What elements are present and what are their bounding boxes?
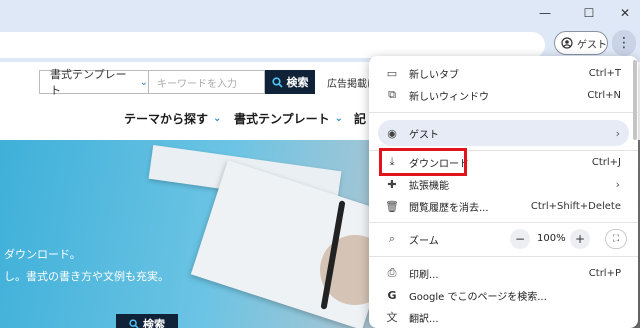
chevron-right-icon: › (615, 177, 620, 191)
menu-item-label: ズーム (409, 235, 439, 247)
downloads-highlight-box (379, 148, 467, 176)
hero-search-label: 検索 (143, 318, 165, 328)
minus-icon: − (514, 232, 526, 246)
maximize-button[interactable]: ☐ (578, 3, 600, 23)
zoom-level: 100% (537, 233, 566, 244)
menu-divider (369, 256, 638, 257)
menu-item-new-window[interactable]: ⧉ 新しいウィンドウ Ctrl+N (369, 84, 638, 106)
menu-item-label: 新しいタブ (409, 69, 459, 81)
nav-templates[interactable]: 書式テンプレート ⌄ (234, 110, 343, 127)
menu-item-label: 新しいウィンドウ (409, 91, 489, 103)
close-icon: ✕ (619, 6, 631, 20)
hero-text-line: ダウンロード。 (4, 248, 81, 261)
search-icon (129, 319, 139, 328)
menu-item-label: ゲスト (409, 129, 439, 141)
chrome-menu-button[interactable]: ⋮ (612, 30, 636, 56)
zoom-in-button[interactable]: + (570, 229, 590, 249)
minimize-button[interactable]: — (534, 3, 556, 23)
menu-item-label: 閲覧履歴を消去... (409, 202, 489, 214)
close-window-button[interactable]: ✕ (614, 3, 636, 23)
zoom-icon: ⌕ (388, 232, 396, 245)
menu-item-new-tab[interactable]: ▭ 新しいタブ Ctrl+T (369, 62, 638, 84)
chevron-down-icon: ⌄ (213, 113, 222, 124)
google-icon: G (387, 288, 397, 302)
site-search-label: 検索 (286, 76, 309, 89)
menu-item-shortcut: Ctrl+J (591, 156, 621, 168)
site-search-bar: 書式テンプレート ⌄ キーワードを入力 検索 (39, 68, 315, 97)
search-icon (271, 76, 283, 88)
nav-theme[interactable]: テーマから探す ⌄ (124, 110, 221, 127)
fullscreen-icon: ⛶ (612, 234, 620, 244)
plus-icon: + (574, 232, 586, 246)
menu-item-translate[interactable]: 文 翻訳... (369, 306, 638, 328)
keyword-input[interactable]: キーワードを入力 (149, 70, 265, 94)
printer-icon: ⎙ (387, 266, 397, 279)
zoom-out-button[interactable]: − (510, 229, 530, 249)
new-tab-icon: ▭ (386, 66, 398, 80)
category-select[interactable]: 書式テンプレート ⌄ (39, 68, 149, 97)
menu-item-extensions[interactable]: ✚ 拡張機能 › (369, 173, 638, 195)
menu-item-guest[interactable]: ◉ ゲスト › (369, 122, 638, 144)
maximize-icon: ☐ (583, 6, 595, 20)
menu-item-shortcut: Ctrl+P (588, 267, 621, 279)
chevron-down-icon: ⌄ (139, 76, 148, 88)
nav-articles-label: 記 (354, 112, 367, 126)
chevron-down-icon: ⌄ (334, 113, 344, 124)
hero-search-button[interactable]: 検索 (116, 314, 178, 328)
category-select-value: 書式テンプレート (50, 68, 127, 97)
menu-divider (369, 222, 638, 223)
menu-item-label: 翻訳... (409, 313, 439, 325)
menu-item-shortcut: Ctrl+T (588, 67, 621, 79)
menu-item-google-search[interactable]: G Google でこのページを検索... (369, 284, 638, 306)
menu-item-shortcut: Ctrl+N (587, 89, 621, 101)
menu-divider (369, 112, 638, 113)
menu-item-label: 印刷... (409, 269, 439, 281)
trash-icon: 🗑 (385, 199, 399, 213)
kebab-icon: ⋮ (617, 35, 631, 51)
fullscreen-button[interactable]: ⛶ (605, 229, 627, 249)
menu-item-label: Google でこのページを検索... (409, 291, 547, 303)
nav-theme-label: テーマから探す (124, 112, 209, 126)
chrome-menu: ▭ 新しいタブ Ctrl+T ⧉ 新しいウィンドウ Ctrl+N ◉ ゲスト ›… (369, 56, 638, 328)
person-circle-icon: ◉ (387, 126, 397, 140)
keyword-placeholder: キーワードを入力 (157, 78, 237, 90)
hero-text-line: し。書式の書き方や文例も充実。 (4, 270, 169, 283)
menu-item-label: 拡張機能 (409, 180, 449, 192)
profile-label: ゲスト (577, 39, 607, 51)
new-window-icon: ⧉ (388, 88, 396, 101)
menu-item-shortcut: Ctrl+Shift+Delete (530, 200, 621, 212)
puzzle-icon: ✚ (387, 177, 397, 191)
nav-articles[interactable]: 記 (354, 110, 366, 127)
site-search-button[interactable]: 検索 (265, 70, 315, 94)
translate-icon: 文 (386, 311, 398, 324)
chevron-right-icon: › (615, 126, 620, 140)
menu-scrollbar[interactable] (633, 60, 637, 140)
nav-templates-label: 書式テンプレート (234, 112, 330, 126)
person-circle-icon (561, 37, 573, 49)
menu-item-print[interactable]: ⎙ 印刷... Ctrl+P (369, 262, 638, 284)
title-bar: — ☐ ✕ (0, 0, 640, 26)
minimize-icon: — (539, 6, 551, 20)
menu-item-clear-history[interactable]: 🗑 閲覧履歴を消去... Ctrl+Shift+Delete (369, 195, 638, 217)
profile-button[interactable]: ゲスト (554, 31, 608, 55)
menu-item-zoom: ⌕ ズーム (369, 228, 638, 250)
address-bar[interactable] (0, 32, 545, 58)
